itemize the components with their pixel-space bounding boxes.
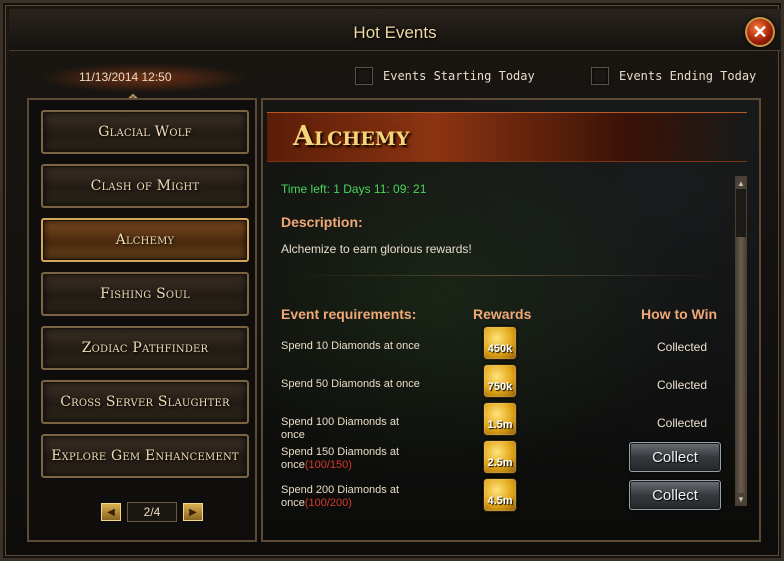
ending-today-checkbox[interactable] [591,67,609,85]
description-heading: Description: [281,214,363,230]
col-how-to-win: How to Win [641,306,718,322]
status-collected: Collected [657,378,708,392]
title-bar: Hot Events ✕ [9,9,781,51]
requirement-text: Spend 10 Diamonds at once [281,340,420,352]
requirement-progress: (100/150) [304,459,352,471]
filter-starting-today[interactable]: Events Starting Today [355,67,535,85]
starting-today-label: Events Starting Today [383,69,535,83]
description-text: Alchemize to earn glorious rewards! [281,242,472,256]
prev-page-button[interactable]: ◀ [101,503,121,521]
requirement-progress: (100/200) [304,497,352,509]
requirement-row: Spend 100 Diamonds at once 1.5m Collecte… [273,402,739,441]
requirement-row: Spend 50 Diamonds at once 750k Collected [273,364,739,402]
requirement-text: Spend 200 Diamonds at once(100/200) [281,484,400,509]
status-collected: Collected [657,416,708,430]
gold-coin-icon[interactable]: 750k [483,364,517,398]
requirement-row: Spend 10 Diamonds at once 450k Collected [273,326,739,364]
col-rewards: Rewards [473,306,532,322]
gold-coin-icon[interactable]: 450k [483,326,517,360]
filter-ending-today[interactable]: Events Ending Today [591,67,756,85]
gold-coin-icon[interactable]: 2.5m [483,440,517,474]
page-indicator: 2/4 [127,502,177,522]
server-datetime: 11/13/2014 12:50 [79,70,172,84]
collect-button[interactable]: Collect [629,442,721,472]
event-list-panel: Glacial Wolf Clash of Might Alchemy Fish… [27,98,257,542]
col-requirements: Event requirements: [281,306,417,322]
collect-button[interactable]: Collect [629,480,721,510]
scrollbar[interactable]: ▲ ▼ [735,176,747,506]
event-title: Alchemy [293,121,410,152]
divider [293,275,723,276]
scroll-up-icon[interactable]: ▲ [736,177,746,189]
ending-today-label: Events Ending Today [619,69,757,83]
scroll-down-icon[interactable]: ▼ [736,493,746,505]
event-item-clash-of-might[interactable]: Clash of Might [41,164,249,208]
event-item-fishing-soul[interactable]: Fishing Soul [41,272,249,316]
event-banner: Alchemy [267,112,747,162]
gold-coin-icon[interactable]: 1.5m [483,402,517,436]
event-detail-panel: Alchemy Time left: 1 Days 11: 09: 21 Des… [261,98,761,542]
event-item-explore-gem-enhancement[interactable]: Explore Gem Enhancement [41,434,249,478]
starting-today-checkbox[interactable] [355,67,373,85]
hot-events-window: Hot Events ✕ 11/13/2014 12:50 Events Sta… [0,0,784,561]
requirement-text: Spend 50 Diamonds at once [281,378,420,390]
gold-coin-icon[interactable]: 4.5m [483,478,517,512]
pager: ◀ 2/4 ▶ [101,502,203,522]
event-content: Time left: 1 Days 11: 09: 21 Description… [273,172,739,522]
window-title: Hot Events [353,23,437,42]
time-left: Time left: 1 Days 11: 09: 21 [281,182,427,196]
requirement-row: Spend 200 Diamonds at once(100/200) 4.5m… [273,478,739,516]
close-icon[interactable]: ✕ [745,17,775,47]
event-item-cross-server-slaughter[interactable]: Cross Server Slaughter [41,380,249,424]
status-collected: Collected [657,340,708,354]
event-item-alchemy[interactable]: Alchemy [41,218,249,262]
scroll-thumb[interactable] [736,237,746,497]
next-page-button[interactable]: ▶ [183,503,203,521]
requirement-row: Spend 150 Diamonds at once(100/150) 2.5m… [273,440,739,478]
event-item-zodiac-pathfinder[interactable]: Zodiac Pathfinder [41,326,249,370]
requirement-text: Spend 150 Diamonds at once(100/150) [281,446,400,471]
requirement-text: Spend 100 Diamonds at once [281,416,400,441]
event-item-glacial-wolf[interactable]: Glacial Wolf [41,110,249,154]
